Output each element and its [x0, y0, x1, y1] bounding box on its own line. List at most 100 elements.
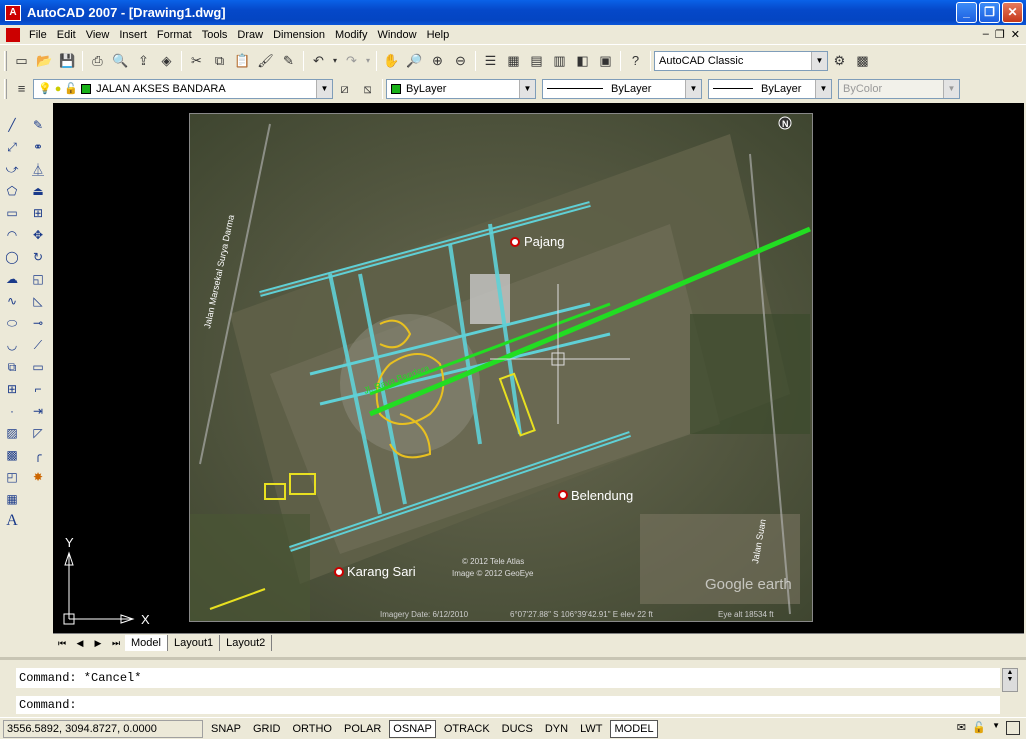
spline-icon[interactable]: ∿ [1, 291, 23, 311]
plot-icon[interactable]: ⎙ [86, 50, 109, 72]
autocad-app-icon[interactable]: A [5, 4, 21, 21]
make-block-icon[interactable]: ⊞ [1, 379, 23, 399]
chevron-down-icon[interactable]: ▼ [811, 51, 827, 70]
multiline-text-icon[interactable]: A [1, 511, 23, 531]
linetype-combo[interactable]: ByLayer ▼ [542, 78, 702, 99]
polar-toggle[interactable]: POLAR [340, 720, 385, 738]
ducs-toggle[interactable]: DUCS [498, 720, 537, 738]
chevron-down-icon[interactable]: ▼ [815, 79, 831, 98]
pan-icon[interactable]: ✋ [380, 50, 403, 72]
snap-toggle[interactable]: SNAP [207, 720, 245, 738]
chevron-down-icon[interactable]: ▼ [685, 79, 701, 98]
menu-help[interactable]: Help [422, 26, 455, 44]
polyline-icon[interactable]: ⤻ [1, 159, 23, 179]
chevron-down-icon[interactable]: ▼ [943, 79, 959, 98]
undo-icon[interactable]: ↶ [307, 50, 330, 72]
qnew-icon[interactable]: ▭ [10, 50, 33, 72]
menu-tools[interactable]: Tools [197, 26, 233, 44]
revision-cloud-icon[interactable]: ☁ [1, 269, 23, 289]
chevron-down-icon[interactable]: ▼ [316, 79, 332, 98]
plot-preview-icon[interactable]: 🔍 [109, 50, 132, 72]
3d-dwf-icon[interactable]: ◈ [155, 50, 178, 72]
offset-icon[interactable]: ⏏ [27, 181, 49, 201]
join-icon[interactable]: ⇥ [27, 401, 49, 421]
make-layer-current-icon[interactable]: ⧄ [333, 78, 356, 100]
point-icon[interactable]: · [1, 401, 23, 421]
minimize-button[interactable]: _ [956, 2, 977, 23]
gradient-icon[interactable]: ▩ [1, 445, 23, 465]
command-input[interactable]: Command: [16, 696, 1000, 714]
my-workspace-icon[interactable]: ▩ [851, 50, 874, 72]
block-editor-icon[interactable]: ✎ [277, 50, 300, 72]
match-properties-icon[interactable]: 🖌 [254, 50, 277, 72]
toolbar-lock-icon[interactable]: 🔓 [972, 721, 986, 734]
stretch-icon[interactable]: ◺ [27, 291, 49, 311]
design-center-icon[interactable]: ▦ [502, 50, 525, 72]
close-button[interactable]: ✕ [1002, 2, 1023, 23]
chamfer-icon[interactable]: ◸ [27, 423, 49, 443]
doc-close-button[interactable]: ✕ [1011, 28, 1020, 41]
prev-tab-icon[interactable]: ◀ [71, 635, 89, 651]
save-icon[interactable]: 💾 [56, 50, 79, 72]
layer-combo[interactable]: 💡 ● 🔓 JALAN AKSES BANDARA ▼ [33, 78, 333, 99]
menu-view[interactable]: View [81, 26, 115, 44]
markup-icon[interactable]: ◧ [571, 50, 594, 72]
model-space-canvas[interactable]: Pajang Belendung Karang Sari Jalan Marse… [53, 103, 1024, 633]
break-at-point-icon[interactable]: ▭ [27, 357, 49, 377]
menu-draw[interactable]: Draw [232, 26, 268, 44]
menu-edit[interactable]: Edit [52, 26, 81, 44]
grid-toggle[interactable]: GRID [249, 720, 285, 738]
next-tab-icon[interactable]: ▶ [89, 635, 107, 651]
doc-minimize-button[interactable]: – [983, 28, 989, 41]
hatch-icon[interactable]: ▨ [1, 423, 23, 443]
zoom-realtime-icon[interactable]: 🔎 [403, 50, 426, 72]
rectangle-icon[interactable]: ▭ [1, 203, 23, 223]
doc-restore-button[interactable]: ❐ [995, 28, 1005, 41]
workspace-settings-icon[interactable]: ⚙ [828, 50, 851, 72]
communication-center-icon[interactable]: ✉ [957, 721, 966, 734]
ellipse-icon[interactable]: ⬭ [1, 313, 23, 333]
mirror-icon[interactable]: ⏅ [27, 159, 49, 179]
scale-icon[interactable]: ◱ [27, 269, 49, 289]
lineweight-combo[interactable]: ByLayer ▼ [708, 78, 832, 99]
polygon-icon[interactable]: ⬠ [1, 181, 23, 201]
layer-previous-icon[interactable]: ⧅ [356, 78, 379, 100]
lwt-toggle[interactable]: LWT [576, 720, 606, 738]
command-scrollbar[interactable]: ▲ ▼ [1002, 668, 1018, 692]
last-tab-icon[interactable]: ⏭ [107, 635, 125, 651]
calculator-icon[interactable]: ▣ [594, 50, 617, 72]
tab-model[interactable]: Model [125, 634, 168, 651]
fillet-icon[interactable]: ╭ [27, 445, 49, 465]
cut-icon[interactable]: ✂ [185, 50, 208, 72]
ellipse-arc-icon[interactable]: ◡ [1, 335, 23, 355]
sheet-set-icon[interactable]: ▥ [548, 50, 571, 72]
circle-icon[interactable]: ◯ [1, 247, 23, 267]
status-menu-icon[interactable]: ▼ [992, 721, 1000, 730]
copy-object-icon[interactable]: ⚭ [27, 137, 49, 157]
ortho-toggle[interactable]: ORTHO [288, 720, 336, 738]
arc-icon[interactable]: ◠ [1, 225, 23, 245]
line-icon[interactable]: ╱ [1, 115, 23, 135]
menu-format[interactable]: Format [152, 26, 197, 44]
model-toggle[interactable]: MODEL [610, 719, 658, 738]
copy-icon[interactable]: ⧉ [208, 50, 231, 72]
open-icon[interactable]: 📂 [33, 50, 56, 72]
clean-screen-icon[interactable] [1006, 721, 1020, 735]
restore-button[interactable]: ❐ [979, 2, 1000, 23]
menu-dimension[interactable]: Dimension [268, 26, 330, 44]
menu-modify[interactable]: Modify [330, 26, 372, 44]
color-combo[interactable]: ByLayer ▼ [386, 78, 536, 99]
menu-insert[interactable]: Insert [114, 26, 152, 44]
osnap-toggle[interactable]: OSNAP [389, 719, 436, 738]
explode-icon[interactable]: ✸ [27, 467, 49, 487]
move-icon[interactable]: ✥ [27, 225, 49, 245]
north-arrow[interactable]: N [782, 119, 789, 129]
first-tab-icon[interactable]: ⏮ [53, 635, 71, 651]
otrack-toggle[interactable]: OTRACK [440, 720, 494, 738]
publish-icon[interactable]: ⇪ [132, 50, 155, 72]
table-icon[interactable]: ▦ [1, 489, 23, 509]
erase-icon[interactable]: ✎ [27, 115, 49, 135]
layer-manager-icon[interactable]: ≡ [10, 78, 33, 100]
zoom-window-icon[interactable]: ⊕ [426, 50, 449, 72]
coordinates-readout[interactable]: 3556.5892, 3094.8727, 0.0000 [3, 719, 203, 738]
